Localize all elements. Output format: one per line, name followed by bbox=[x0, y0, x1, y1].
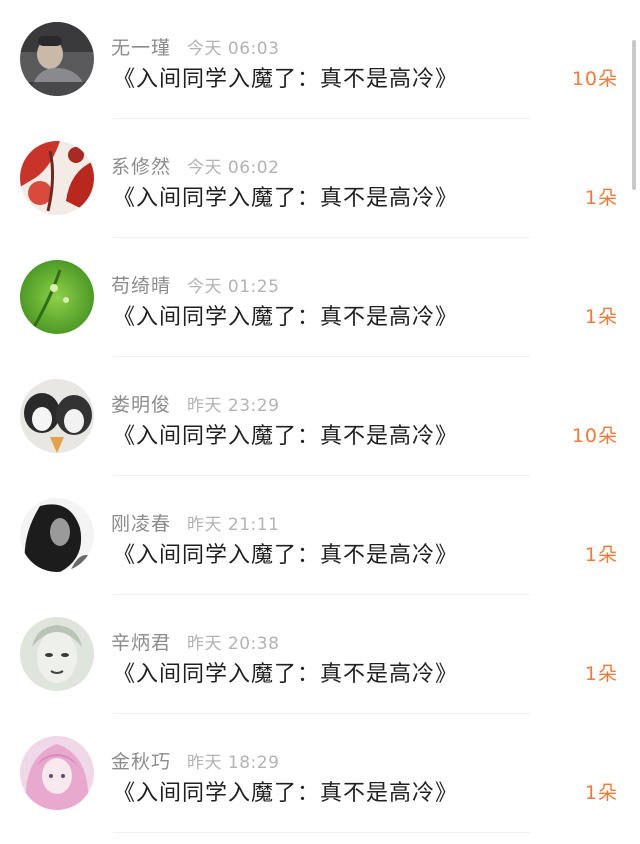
avatar[interactable] bbox=[20, 260, 94, 334]
user-name[interactable]: 刚凌春 bbox=[111, 513, 171, 535]
avatar-image bbox=[20, 498, 94, 572]
timestamp: 昨天 20:38 bbox=[187, 634, 280, 654]
user-name[interactable]: 系修然 bbox=[111, 156, 171, 178]
scrollbar[interactable] bbox=[632, 40, 636, 190]
user-name[interactable]: 苟绮晴 bbox=[111, 275, 171, 297]
book-title[interactable]: 《入间同学入魔了：真不是高冷》 bbox=[113, 61, 458, 93]
user-name[interactable]: 辛炳君 bbox=[111, 632, 171, 654]
avatar[interactable] bbox=[20, 141, 94, 215]
avatar[interactable] bbox=[20, 22, 94, 96]
book-title[interactable]: 《入间同学入魔了：真不是高冷》 bbox=[113, 656, 458, 688]
avatar[interactable] bbox=[20, 379, 94, 453]
list-item[interactable]: 苟绮晴 今天 01:25 《入间同学入魔了：真不是高冷》 1朵 bbox=[0, 238, 640, 357]
gift-record-list: 无一瑾 今天 06:03 《入间同学入魔了：真不是高冷》 10朵 系修然 今天 06… bbox=[0, 0, 640, 844]
item-meta: 苟绮晴 今天 01:25 bbox=[111, 271, 279, 297]
divider bbox=[113, 832, 530, 833]
list-item[interactable]: 娄明俊 昨天 23:29 《入间同学入魔了：真不是高冷》 10朵 bbox=[0, 357, 640, 476]
list-item[interactable]: 无一瑾 今天 06:03 《入间同学入魔了：真不是高冷》 10朵 bbox=[0, 0, 640, 119]
timestamp: 昨天 21:11 bbox=[187, 515, 280, 535]
avatar-image bbox=[20, 22, 94, 96]
user-name[interactable]: 娄明俊 bbox=[111, 394, 171, 416]
timestamp: 昨天 23:29 bbox=[187, 396, 280, 416]
list-item[interactable]: 系修然 今天 06:02 《入间同学入魔了：真不是高冷》 1朵 bbox=[0, 119, 640, 238]
flower-count: 1朵 bbox=[584, 306, 618, 328]
avatar-image bbox=[20, 736, 94, 810]
list-item[interactable]: 金秋巧 昨天 18:29 《入间同学入魔了：真不是高冷》 1朵 bbox=[0, 714, 640, 833]
book-title[interactable]: 《入间同学入魔了：真不是高冷》 bbox=[113, 180, 458, 212]
avatar-image bbox=[20, 617, 94, 691]
flower-count: 10朵 bbox=[571, 425, 618, 447]
timestamp: 今天 01:25 bbox=[187, 277, 280, 297]
item-meta: 系修然 今天 06:02 bbox=[111, 152, 279, 178]
avatar-image bbox=[20, 379, 94, 453]
timestamp: 今天 06:03 bbox=[187, 39, 280, 59]
flower-count: 1朵 bbox=[584, 782, 618, 804]
list-item[interactable]: 刚凌春 昨天 21:11 《入间同学入魔了：真不是高冷》 1朵 bbox=[0, 476, 640, 595]
book-title[interactable]: 《入间同学入魔了：真不是高冷》 bbox=[113, 299, 458, 331]
item-meta: 金秋巧 昨天 18:29 bbox=[111, 747, 279, 773]
flower-count: 10朵 bbox=[571, 68, 618, 90]
book-title[interactable]: 《入间同学入魔了：真不是高冷》 bbox=[113, 537, 458, 569]
item-meta: 娄明俊 昨天 23:29 bbox=[111, 390, 279, 416]
book-title[interactable]: 《入间同学入魔了：真不是高冷》 bbox=[113, 775, 458, 807]
user-name[interactable]: 无一瑾 bbox=[111, 37, 171, 59]
timestamp: 昨天 18:29 bbox=[187, 753, 280, 773]
item-meta: 无一瑾 今天 06:03 bbox=[111, 33, 279, 59]
flower-count: 1朵 bbox=[584, 187, 618, 209]
avatar-image bbox=[20, 260, 94, 334]
flower-count: 1朵 bbox=[584, 544, 618, 566]
avatar-image bbox=[20, 141, 94, 215]
book-title[interactable]: 《入间同学入魔了：真不是高冷》 bbox=[113, 418, 458, 450]
item-meta: 辛炳君 昨天 20:38 bbox=[111, 628, 279, 654]
flower-count: 1朵 bbox=[584, 663, 618, 685]
list-item[interactable]: 辛炳君 昨天 20:38 《入间同学入魔了：真不是高冷》 1朵 bbox=[0, 595, 640, 714]
timestamp: 今天 06:02 bbox=[187, 158, 280, 178]
user-name[interactable]: 金秋巧 bbox=[111, 751, 171, 773]
avatar[interactable] bbox=[20, 617, 94, 691]
item-meta: 刚凌春 昨天 21:11 bbox=[111, 509, 279, 535]
avatar[interactable] bbox=[20, 736, 94, 810]
avatar[interactable] bbox=[20, 498, 94, 572]
